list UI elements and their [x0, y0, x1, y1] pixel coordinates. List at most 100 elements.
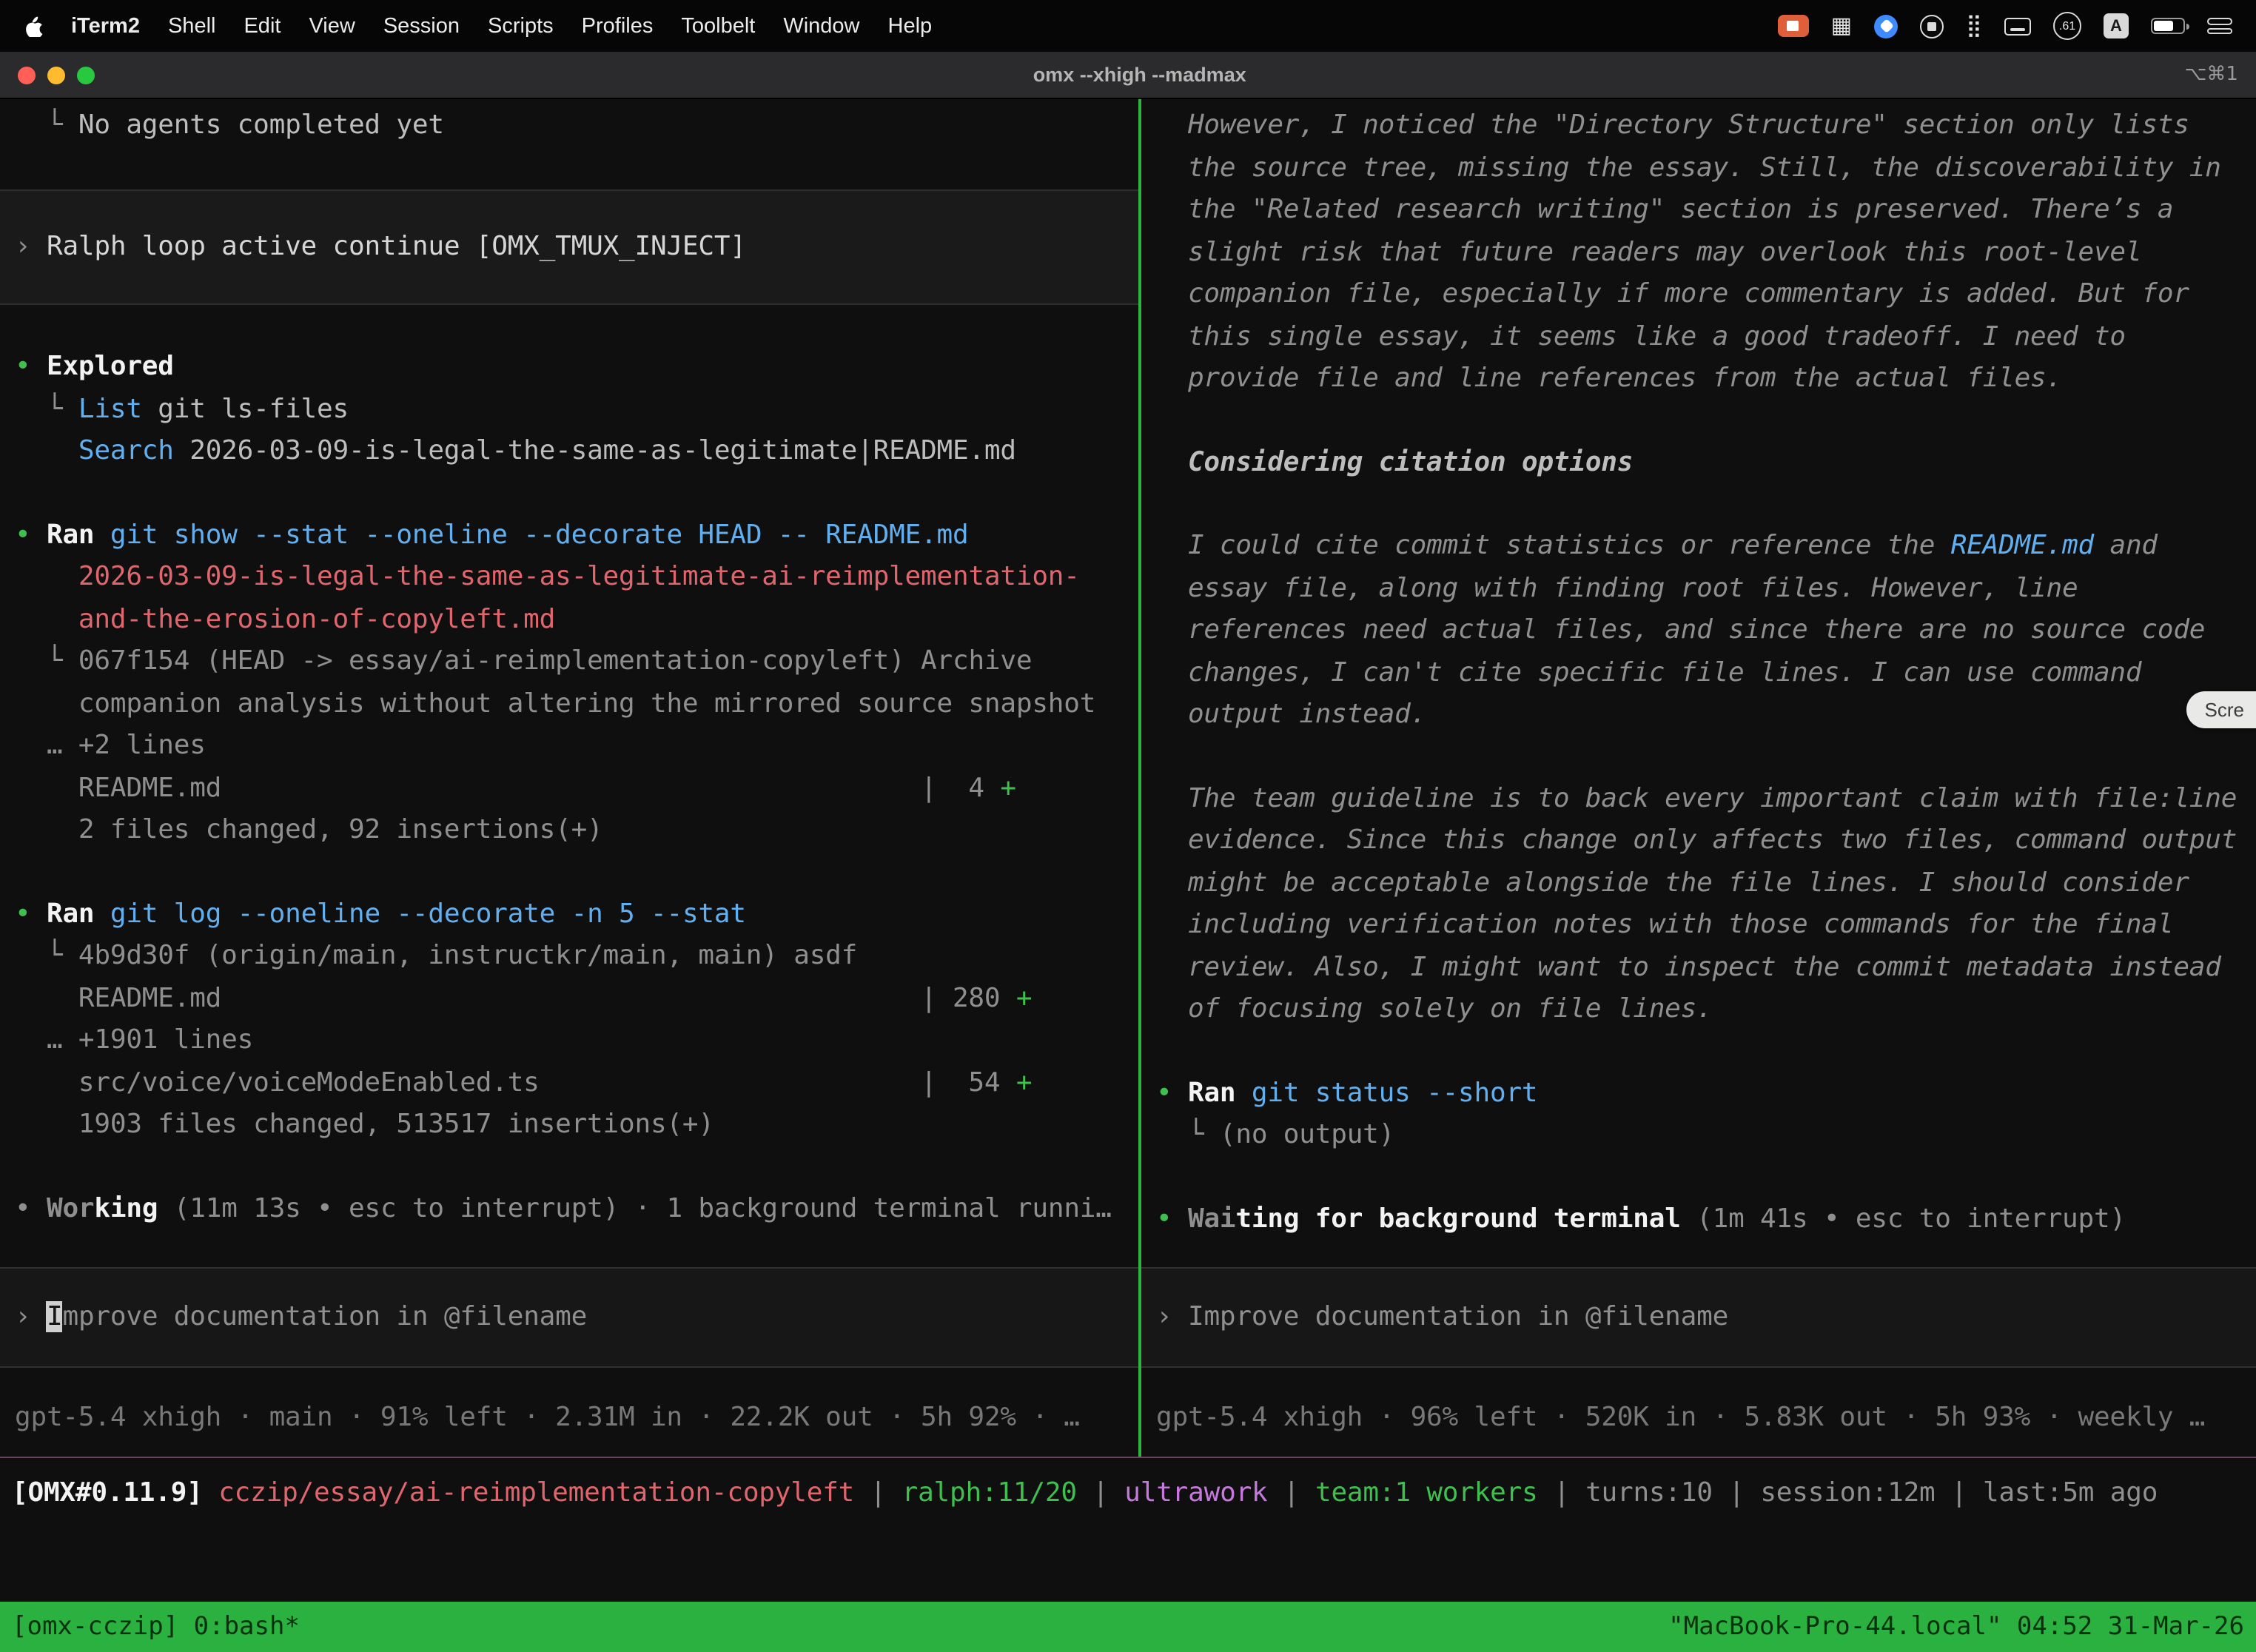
terminal-line: references need actual files, and since … — [1156, 610, 2241, 652]
terminal-line: companion file, especially if more comme… — [1156, 274, 2241, 316]
terminal-line: • Working (11m 13s • esc to interrupt) ·… — [15, 1188, 1124, 1230]
menu-bar: iTerm2 Shell Edit View Session Scripts Profil… — [0, 0, 2256, 52]
menubar-menu-item[interactable]: Scripts — [488, 14, 554, 38]
menubar-menu-item[interactable]: Toolbelt — [681, 14, 755, 38]
window-shortcut: ⌥⌘1 — [2184, 64, 2238, 86]
reasoning-paragraph-3: The team guideline is to back every impo… — [1156, 778, 2241, 1031]
left-status-line: gpt-5.4 xhigh · main · 91% left · 2.31M … — [15, 1402, 1124, 1433]
terminal-line: changes, I can't cite specific file line… — [1156, 652, 2241, 694]
terminal-line: 1903 files changed, 513517 insertions(+) — [15, 1104, 1124, 1146]
terminal-line: └ (no output) — [1156, 1115, 2241, 1157]
tmux-panes: └ No agents completed yet › Ralph loop ac… — [0, 99, 2256, 1457]
tmux-session-window[interactable]: [omx-cczip] 0:bash* — [12, 1612, 300, 1642]
terminal-line: • Ran git log --oneline --decorate -n 5 … — [15, 893, 1124, 936]
pane-right: However, I noticed the "Directory Struct… — [1141, 99, 2256, 1457]
grid-app-icon[interactable]: ▦ — [1831, 15, 1852, 37]
terminal-line: and-the-erosion-of-copyleft.md — [15, 599, 1124, 641]
terminal-line: › Ralph loop active continue [OMX_TMUX_I… — [15, 226, 1124, 268]
dots-grid-icon[interactable]: ⣿ — [1966, 15, 1982, 37]
left-scrollback: └ No agents completed yet › Ralph loop ac… — [0, 99, 1138, 1230]
menubar-menu-item[interactable]: Profiles — [582, 14, 654, 38]
terminal-line: … +2 lines — [15, 725, 1124, 768]
gauge-badge[interactable]: .61 — [2053, 12, 2081, 40]
menubar-app-name[interactable]: iTerm2 — [71, 14, 140, 38]
menubar-menu-item[interactable]: Help — [888, 14, 933, 38]
terminal-line: the source tree, missing the essay. Stil… — [1156, 147, 2241, 189]
terminal-line: However, I noticed the "Directory Struct… — [1156, 105, 2241, 147]
window-title: omx --xhigh --madmax — [95, 64, 2184, 86]
left-command-input[interactable]: › Improve documentation in @filename — [15, 1297, 587, 1339]
menubar-menu-item[interactable]: Session — [383, 14, 460, 38]
terminal-line: the "Related research writing" section i… — [1156, 189, 2241, 232]
terminal-line: including verification notes with those … — [1156, 904, 2241, 947]
terminal-line: └ List git ls-files — [15, 389, 1124, 431]
terminal-line: └ 067f154 (HEAD -> essay/ai-reimplementa… — [15, 641, 1124, 683]
blue-app-icon[interactable] — [1874, 14, 1898, 38]
terminal-line: provide file and line references from th… — [1156, 358, 2241, 400]
working-status: • Working (11m 13s • esc to interrupt) ·… — [15, 1188, 1124, 1230]
terminal-bottom-gap — [0, 1531, 2256, 1602]
pane-left: └ No agents completed yet › Ralph loop ac… — [0, 99, 1138, 1457]
tmux-status-bar: [omx-cczip] 0:bash* "MacBook-Pro-44.loca… — [0, 1602, 2256, 1652]
git-log-tool-call: • Ran git log --oneline --decorate -n 5 … — [15, 893, 1124, 1146]
screen: iTerm2 Shell Edit View Session Scripts Profil… — [0, 0, 2256, 1652]
terminal-line: 2 files changed, 92 insertions(+) — [15, 810, 1124, 852]
dark-app-icon[interactable] — [1920, 14, 1944, 38]
menubar-menu-item[interactable]: Window — [783, 14, 859, 38]
menubar-menus: Shell Edit View Session Scripts Profiles Toolb… — [168, 14, 932, 38]
zoom-button[interactable] — [77, 66, 95, 84]
right-input-box[interactable]: › Improve documentation in @filename — [1141, 1267, 2256, 1368]
menubar-menu-item[interactable]: View — [309, 14, 355, 38]
terminal-line: slight risk that future readers may over… — [1156, 232, 2241, 274]
minimize-button[interactable] — [47, 66, 65, 84]
menubar-menu-item[interactable]: Edit — [244, 14, 281, 38]
window-titlebar: omx --xhigh --madmax ⌥⌘1 — [0, 52, 2256, 99]
terminal-line: • Explored — [15, 346, 1124, 389]
terminal-line: might be acceptable alongside the file l… — [1156, 862, 2241, 904]
terminal-line: • Waiting for background terminal (1m 41… — [1156, 1198, 2241, 1240]
terminal-line: 2026-03-09-is-legal-the-same-as-legitima… — [15, 557, 1124, 599]
terminal-line: └ 4b9d30f (origin/main, instructkr/main,… — [15, 936, 1124, 978]
input-source-badge[interactable]: A — [2104, 13, 2129, 38]
left-input-box[interactable]: › Improve documentation in @filename — [0, 1267, 1138, 1368]
terminal-line: └ No agents completed yet — [15, 105, 1124, 147]
menubar-status-items: ▦ ⣿ .61 A — [1778, 12, 2232, 40]
right-scrollback: However, I noticed the "Directory Struct… — [1141, 99, 2256, 1240]
terminal-line: this single essay, it seems like a good … — [1156, 316, 2241, 358]
terminal-line: src/voice/voiceModeEnabled.ts | 54 + — [15, 1062, 1124, 1104]
right-command-input[interactable]: › Improve documentation in @filename — [1156, 1297, 1728, 1339]
terminal-line: README.md | 280 + — [15, 978, 1124, 1020]
git-show-tool-call: • Ran git show --stat --oneline --decora… — [15, 514, 1124, 852]
terminal-line: Considering citation options — [1156, 442, 2241, 484]
screen-share-tab[interactable]: Scre — [2187, 691, 2256, 728]
traffic-lights — [18, 66, 95, 84]
screen-recording-stop-icon[interactable] — [1778, 15, 1809, 37]
terminal-line: … +1901 lines — [15, 1020, 1124, 1062]
menubar-menu-item[interactable]: Shell — [168, 14, 216, 38]
terminal-line: I could cite commit statistics or refere… — [1156, 526, 2241, 568]
reasoning-heading: Considering citation options — [1156, 442, 2241, 484]
right-status-line: gpt-5.4 xhigh · 96% left · 520K in · 5.8… — [1156, 1402, 2241, 1433]
git-status-tool-call: • Ran git status --short └ (no output) — [1156, 1072, 2241, 1157]
battery-icon[interactable] — [2151, 18, 2185, 34]
terminal-line: README.md | 4 + — [15, 768, 1124, 810]
terminal-line: of focusing solely on file lines. — [1156, 989, 2241, 1031]
terminal: └ No agents completed yet › Ralph loop ac… — [0, 99, 2256, 1602]
terminal-line: output instead. — [1156, 694, 2241, 736]
waiting-status: • Waiting for background terminal (1m 41… — [1156, 1198, 2241, 1240]
omx-status-bar: [OMX#0.11.9] cczip/essay/ai-reimplementa… — [0, 1457, 2256, 1531]
terminal-line: review. Also, I might want to inspect th… — [1156, 947, 2241, 989]
close-button[interactable] — [18, 66, 36, 84]
terminal-line: essay file, along with finding root file… — [1156, 568, 2241, 610]
terminal-line: Search 2026-03-09-is-legal-the-same-as-l… — [15, 431, 1124, 473]
omx-status-text: [OMX#0.11.9] cczip/essay/ai-reimplementa… — [12, 1474, 2158, 1516]
control-center-icon[interactable] — [2207, 16, 2232, 36]
reasoning-paragraph-1: However, I noticed the "Directory Struct… — [1156, 105, 2241, 400]
apple-menu-icon[interactable] — [24, 15, 43, 37]
terminal-line: The team guideline is to back every impo… — [1156, 778, 2241, 820]
terminal-line: • Ran git show --stat --oneline --decora… — [15, 514, 1124, 557]
keyboard-icon[interactable] — [2004, 17, 2031, 35]
tmux-host-time: "MacBook-Pro-44.local" 04:52 31-Mar-26 — [1668, 1612, 2244, 1642]
reasoning-paragraph-2: I could cite commit statistics or refere… — [1156, 526, 2241, 736]
agents-status: └ No agents completed yet — [15, 105, 1124, 147]
